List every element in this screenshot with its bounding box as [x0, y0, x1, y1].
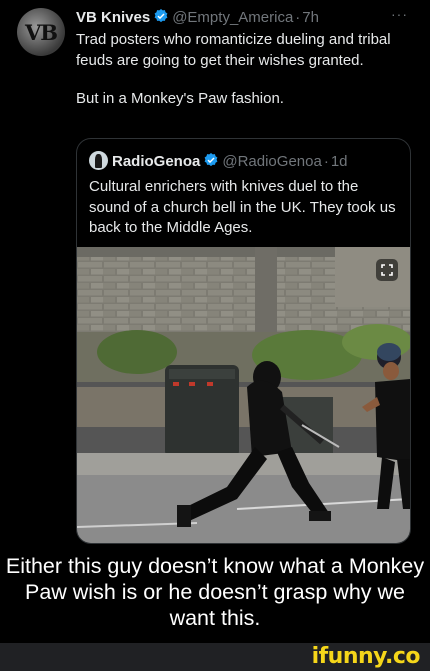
- avatar-logo-text: VB: [24, 19, 58, 45]
- tweet-paragraph: Trad posters who romanticize dueling and…: [76, 31, 391, 69]
- fullscreen-icon[interactable]: [376, 259, 398, 281]
- author-name[interactable]: VB Knives: [76, 9, 150, 26]
- quoted-tweet-text: Cultural enrichers with knives duel to t…: [89, 178, 396, 236]
- ifunny-logo[interactable]: ifunny.co: [312, 644, 421, 669]
- quoted-author-handle[interactable]: @RadioGenoa: [222, 153, 321, 170]
- quoted-tweet[interactable]: RadioGenoa @RadioGenoa · 1d Cultural enrich…: [76, 138, 411, 544]
- tweet-text: Trad posters who romanticize dueling and…: [76, 30, 406, 128]
- separator-dot: ·: [323, 153, 329, 170]
- avatar[interactable]: VB: [17, 8, 65, 56]
- tweet-paragraph: But in a Monkey's Paw fashion.: [76, 90, 284, 107]
- author-handle[interactable]: @Empty_America: [172, 9, 293, 26]
- quoted-tweet-header: RadioGenoa @RadioGenoa · 1d: [89, 151, 348, 170]
- more-options-icon[interactable]: ···: [391, 6, 408, 22]
- separator-dot: ·: [295, 9, 301, 26]
- meme-caption: Either this guy doesn’t know what a Monk…: [5, 554, 425, 630]
- timestamp[interactable]: 7h: [302, 9, 319, 26]
- video-thumbnail[interactable]: [77, 247, 410, 543]
- verified-icon: [154, 9, 168, 23]
- quoted-timestamp[interactable]: 1d: [331, 153, 348, 170]
- street-scene-image: [77, 247, 410, 543]
- quoted-avatar: [89, 151, 108, 170]
- verified-icon: [204, 153, 218, 167]
- quoted-author-name[interactable]: RadioGenoa: [112, 153, 200, 170]
- tweet-header: VB Knives @Empty_America · 7h: [76, 8, 319, 26]
- watermark-bar: ifunny.co: [0, 643, 430, 671]
